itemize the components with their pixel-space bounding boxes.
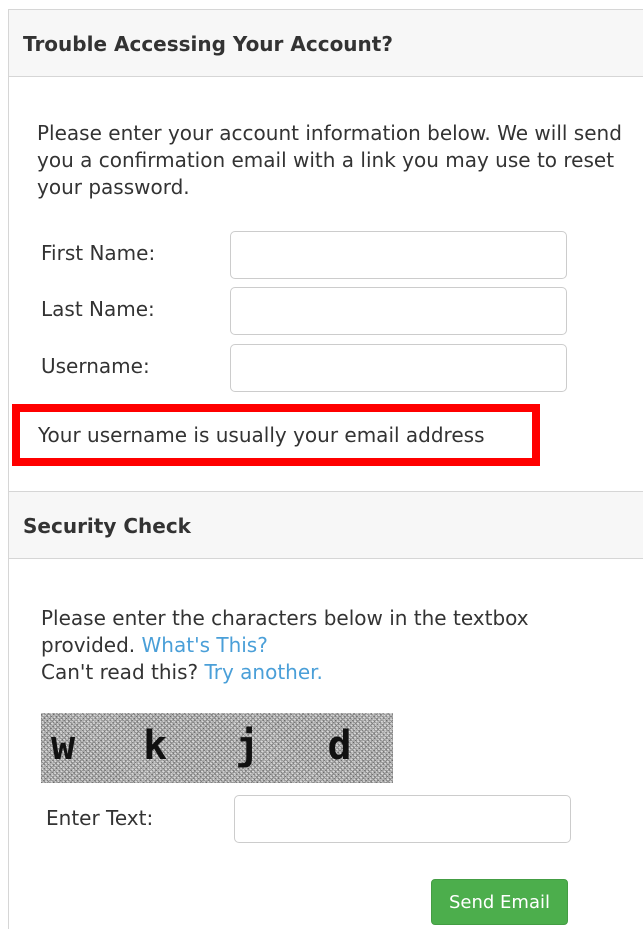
account-intro-text: Please enter your account information be… — [37, 121, 622, 199]
cant-read-text: Can't read this? — [41, 660, 199, 684]
account-section-title: Trouble Accessing Your Account? — [23, 32, 393, 56]
username-hint-box: Your username is usually your email addr… — [12, 404, 540, 466]
first-name-label: First Name: — [41, 241, 156, 265]
captcha-instructions-text: Please enter the characters below in the… — [41, 606, 529, 657]
captcha-image: w k j d 5 — [41, 713, 393, 783]
captcha-instructions: Please enter the characters below in the… — [41, 605, 601, 686]
last-name-input[interactable] — [230, 287, 567, 335]
security-section-title: Security Check — [23, 514, 191, 538]
try-another-link[interactable]: Try another. — [204, 660, 322, 684]
captcha-characters: w k j d 5 — [51, 723, 393, 769]
last-name-label: Last Name: — [41, 297, 155, 321]
whats-this-link[interactable]: What's This? — [142, 633, 268, 657]
enter-text-label: Enter Text: — [46, 806, 154, 830]
account-section-header: Trouble Accessing Your Account? — [8, 9, 643, 77]
send-email-button[interactable]: Send Email — [431, 879, 568, 925]
security-section-header: Security Check — [8, 491, 643, 559]
captcha-input[interactable] — [234, 795, 571, 843]
username-label: Username: — [41, 354, 150, 378]
username-hint-text: Your username is usually your email addr… — [38, 423, 485, 447]
username-input[interactable] — [230, 344, 567, 392]
first-name-input[interactable] — [230, 231, 567, 279]
